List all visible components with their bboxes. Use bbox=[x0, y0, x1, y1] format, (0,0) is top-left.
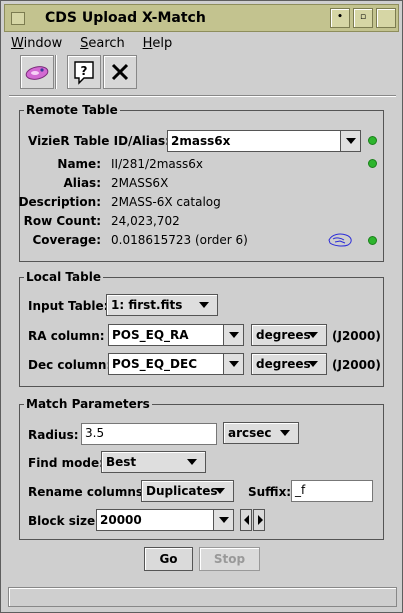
rename-columns-value: Duplicates bbox=[146, 484, 218, 498]
help-icon: ? bbox=[74, 61, 94, 85]
dec-unit-select[interactable]: degrees bbox=[251, 353, 327, 375]
close-icon bbox=[111, 63, 129, 81]
chevron-down-icon bbox=[308, 361, 318, 367]
description-value: 2MASS-6X catalog bbox=[111, 195, 221, 209]
dec-column-label: Dec column: bbox=[28, 358, 112, 372]
ra-unit-value: degrees bbox=[256, 328, 311, 342]
maximize-button[interactable]: ▫ bbox=[353, 8, 373, 28]
dec-column-value: POS_EQ_DEC bbox=[112, 357, 198, 371]
sky-match-icon bbox=[25, 66, 49, 80]
input-table-value: 1: first.fits bbox=[111, 298, 183, 312]
dec-epoch-label: (J2000) bbox=[332, 358, 381, 372]
suffix-input[interactable]: _f bbox=[291, 480, 373, 502]
ra-unit-select[interactable]: degrees bbox=[251, 324, 327, 346]
toolbar-separator bbox=[55, 55, 57, 89]
vizier-table-combo[interactable]: 2mass6x bbox=[167, 130, 361, 152]
radius-unit-value: arcsec bbox=[228, 426, 272, 440]
chevron-down-icon bbox=[229, 361, 239, 367]
block-size-decrease-button[interactable] bbox=[240, 509, 252, 531]
menu-search[interactable]: Search bbox=[80, 36, 125, 51]
vizier-table-label: VizieR Table ID/Alias: bbox=[28, 134, 170, 148]
chevron-down-icon bbox=[219, 517, 229, 523]
toolbar-divider bbox=[9, 95, 396, 97]
sky-match-button[interactable] bbox=[20, 55, 54, 89]
alias-value: 2MASS6X bbox=[111, 176, 169, 190]
toolbar: ? bbox=[11, 53, 396, 93]
window-title: CDS Upload X-Match bbox=[45, 10, 206, 26]
menu-help[interactable]: Help bbox=[143, 36, 173, 51]
chevron-left-icon bbox=[244, 515, 249, 525]
block-size-combo[interactable]: 20000 bbox=[96, 509, 234, 531]
block-size-dropdown-button[interactable] bbox=[213, 510, 233, 530]
go-button[interactable]: Go bbox=[144, 547, 193, 571]
chevron-down-icon bbox=[187, 459, 197, 465]
status-bar bbox=[8, 587, 397, 607]
ra-column-label: RA column: bbox=[28, 329, 105, 343]
radius-unit-select[interactable]: arcsec bbox=[223, 422, 299, 444]
title-bar[interactable]: CDS Upload X-Match • ▫ bbox=[4, 4, 399, 32]
row-count-value: 24,023,702 bbox=[111, 214, 180, 228]
alias-label: Alias: bbox=[63, 176, 101, 190]
chevron-down-icon bbox=[215, 488, 225, 494]
block-size-stepper bbox=[240, 509, 266, 531]
name-status-indicator bbox=[368, 159, 377, 168]
row-count-label: Row Count: bbox=[23, 214, 101, 228]
block-size-value: 20000 bbox=[100, 513, 142, 527]
dec-column-dropdown-button[interactable] bbox=[223, 354, 243, 374]
find-mode-select[interactable]: Best bbox=[101, 451, 206, 473]
rename-columns-select[interactable]: Duplicates bbox=[141, 480, 234, 502]
ra-column-combo[interactable]: POS_EQ_RA bbox=[108, 324, 244, 346]
ra-column-dropdown-button[interactable] bbox=[223, 325, 243, 345]
window-menu-icon[interactable] bbox=[11, 12, 25, 25]
radius-label: Radius: bbox=[28, 428, 79, 442]
help-button[interactable]: ? bbox=[67, 55, 101, 89]
remote-table-legend: Remote Table bbox=[26, 103, 118, 117]
close-button[interactable] bbox=[103, 55, 137, 89]
stop-button[interactable]: Stop bbox=[199, 547, 260, 571]
chevron-down-icon bbox=[229, 332, 239, 338]
table-status-indicator bbox=[368, 136, 377, 145]
menu-bar: Window Search Help bbox=[11, 36, 186, 52]
rename-columns-label: Rename columns: bbox=[28, 485, 148, 499]
coverage-label: Coverage: bbox=[32, 233, 101, 247]
chevron-down-icon bbox=[199, 302, 209, 308]
chevron-down-icon bbox=[346, 138, 356, 144]
suffix-label: Suffix: bbox=[248, 485, 292, 499]
find-mode-label: Find mode: bbox=[28, 456, 104, 470]
dec-column-combo[interactable]: POS_EQ_DEC bbox=[108, 353, 244, 375]
match-parameters-legend: Match Parameters bbox=[26, 397, 150, 411]
chevron-down-icon bbox=[308, 332, 318, 338]
help-glyph: ? bbox=[81, 64, 88, 78]
description-label: Description: bbox=[18, 195, 101, 209]
coverage-map-icon[interactable] bbox=[326, 231, 356, 249]
block-size-label: Block size: bbox=[28, 514, 100, 528]
ra-column-value: POS_EQ_RA bbox=[112, 328, 189, 342]
name-label: Name: bbox=[57, 157, 101, 171]
chevron-right-icon bbox=[258, 515, 263, 525]
coverage-value: 0.018615723 (order 6) bbox=[111, 233, 248, 247]
minimize-button[interactable]: • bbox=[330, 8, 350, 28]
coverage-status-indicator bbox=[368, 236, 377, 245]
radius-input[interactable]: 3.5 bbox=[81, 423, 217, 445]
menu-window[interactable]: Window bbox=[11, 36, 62, 51]
ra-epoch-label: (J2000) bbox=[332, 329, 381, 343]
input-table-select[interactable]: 1: first.fits bbox=[106, 294, 218, 316]
input-table-label: Input Table: bbox=[28, 299, 109, 313]
close-window-button[interactable] bbox=[376, 8, 396, 28]
block-size-increase-button[interactable] bbox=[253, 509, 265, 531]
local-table-legend: Local Table bbox=[26, 270, 101, 284]
name-value: II/281/2mass6x bbox=[111, 157, 203, 171]
upload-xmatch-window: CDS Upload X-Match • ▫ Window Search Hel… bbox=[0, 0, 403, 613]
dec-unit-value: degrees bbox=[256, 357, 311, 371]
vizier-table-value: 2mass6x bbox=[171, 134, 231, 148]
chevron-down-icon bbox=[280, 430, 290, 436]
vizier-table-dropdown-button[interactable] bbox=[340, 131, 360, 151]
find-mode-value: Best bbox=[106, 455, 137, 469]
